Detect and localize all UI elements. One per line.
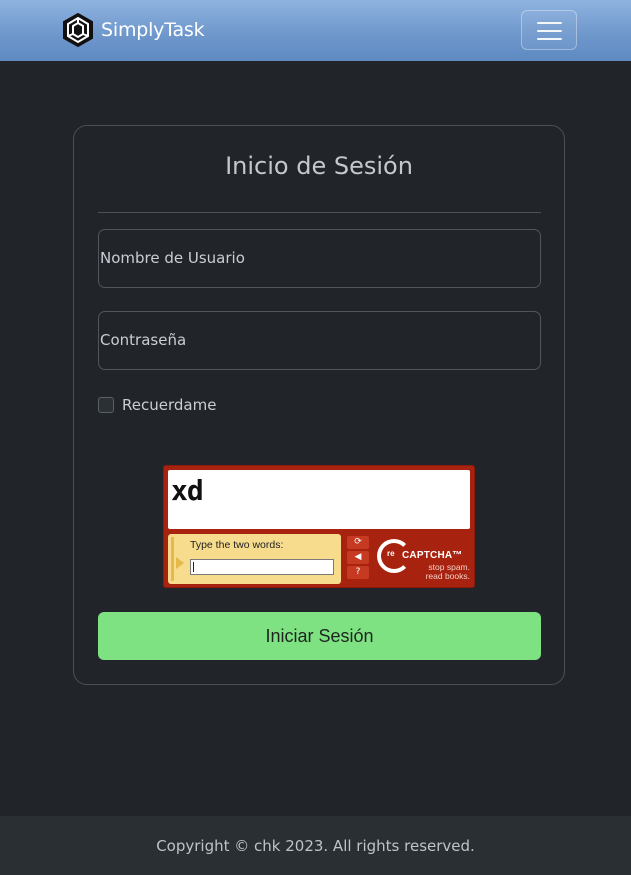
username-label: Nombre de Usuario — [100, 249, 245, 267]
tagline-line-2: read books. — [425, 571, 470, 581]
captcha-response-area: Type the two words: — [168, 534, 341, 584]
brand-name: SimplyTask — [101, 19, 205, 41]
arrow-icon — [171, 537, 185, 581]
navbar: SimplyTask — [0, 0, 631, 61]
menu-line — [537, 38, 562, 40]
captcha-prompt: Type the two words: — [190, 539, 284, 551]
password-field[interactable]: Contraseña — [98, 311, 541, 370]
brand-link[interactable]: SimplyTask — [62, 12, 205, 48]
copyright-text: Copyright © chk 2023. All rights reserve… — [156, 837, 475, 855]
page-title: Inicio de Sesión — [225, 152, 413, 180]
help-icon[interactable]: ? — [347, 566, 369, 579]
remember-label: Recuerdame — [122, 396, 217, 414]
captcha-controls: ⟳ ◀ ? — [347, 536, 371, 582]
footer: Copyright © chk 2023. All rights reserve… — [0, 816, 631, 875]
hexagon-logo-icon — [63, 13, 93, 47]
remember-checkbox[interactable] — [98, 397, 114, 413]
captcha-challenge-word: xd — [171, 474, 204, 507]
hamburger-menu-icon[interactable] — [521, 10, 577, 50]
remember-me: Recuerdame — [98, 396, 216, 414]
login-card: Inicio de Sesión Nombre de Usuario Contr… — [73, 125, 565, 685]
recaptcha-logo: re CAPTCHA™ stop spam. read books. — [377, 538, 472, 584]
menu-line — [537, 30, 562, 32]
recaptcha-widget: xd Type the two words: ⟳ ◀ ? re CAPTCHA™… — [163, 465, 475, 588]
captcha-image: xd — [168, 470, 470, 529]
recaptcha-tagline: stop spam. read books. — [414, 563, 470, 581]
login-button[interactable]: Iniciar Sesión — [98, 612, 541, 660]
password-label: Contraseña — [100, 331, 187, 349]
username-field[interactable]: Nombre de Usuario — [98, 229, 541, 288]
speaker-icon[interactable]: ◀ — [347, 551, 369, 564]
menu-line — [537, 22, 562, 24]
divider — [98, 212, 541, 213]
refresh-icon[interactable]: ⟳ — [347, 536, 369, 549]
captcha-response-input[interactable] — [190, 559, 334, 575]
recaptcha-prefix: re — [387, 549, 395, 558]
recaptcha-brand: CAPTCHA™ — [402, 550, 463, 561]
